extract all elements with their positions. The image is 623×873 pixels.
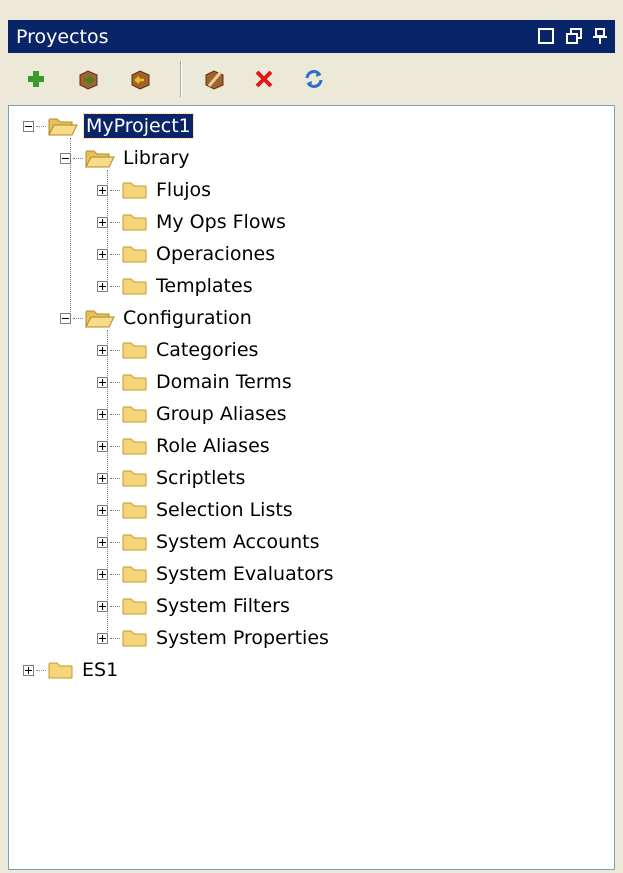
collapse-icon[interactable] (60, 312, 71, 324)
folder-icon (122, 596, 148, 616)
folder-icon (122, 468, 148, 488)
edit-icon[interactable] (200, 65, 228, 93)
tree-node-folder[interactable]: Categories (97, 335, 260, 365)
expand-icon[interactable] (97, 536, 108, 548)
projects-panel: Proyectos MyProject1 Library Flujos My O… (0, 0, 623, 873)
expand-icon[interactable] (97, 184, 108, 196)
expand-icon[interactable] (97, 248, 108, 260)
folder-icon (122, 340, 148, 360)
expand-icon[interactable] (97, 344, 108, 356)
tree-node-label[interactable]: Domain Terms (154, 370, 294, 394)
open-folder-icon (85, 307, 115, 329)
folder-icon (122, 276, 148, 296)
expand-icon[interactable] (97, 504, 108, 516)
folder-icon (122, 404, 148, 424)
tree-node-label[interactable]: Categories (154, 338, 260, 362)
folder-icon (122, 628, 148, 648)
tree-node-label[interactable]: Selection Lists (154, 498, 295, 522)
tree-node-folder[interactable]: Domain Terms (97, 367, 294, 397)
pin-icon[interactable] (588, 25, 612, 47)
tree-node-folder[interactable]: Role Aliases (97, 431, 272, 461)
expand-icon[interactable] (97, 376, 108, 388)
expand-icon[interactable] (97, 600, 108, 612)
folder-icon (122, 564, 148, 584)
tree-node-es1[interactable]: ES1 (23, 655, 120, 685)
tree-node-folder[interactable]: System Filters (97, 591, 292, 621)
expand-icon[interactable] (97, 568, 108, 580)
tree-node-label[interactable]: System Filters (154, 594, 292, 618)
tree-node-configuration[interactable]: Configuration (60, 303, 254, 333)
folder-icon (122, 500, 148, 520)
tree-node-folder[interactable]: Scriptlets (97, 463, 247, 493)
open-folder-icon (85, 147, 115, 169)
delete-icon[interactable] (250, 65, 278, 93)
tree-node-myproject1[interactable]: MyProject1 (23, 111, 194, 141)
minimize-icon[interactable] (534, 25, 558, 47)
folder-icon (122, 180, 148, 200)
tree-node-label[interactable]: Operaciones (154, 242, 277, 266)
expand-icon[interactable] (97, 472, 108, 484)
tree-node-label[interactable]: Templates (154, 274, 255, 298)
tree-node-label[interactable]: Library (121, 146, 191, 170)
tree-node-folder[interactable]: Templates (97, 271, 255, 301)
tree-node-label[interactable]: Configuration (121, 306, 254, 330)
expand-icon[interactable] (97, 440, 108, 452)
add-icon[interactable] (22, 65, 50, 93)
toolbar-separator (180, 61, 182, 97)
tree-node-label[interactable]: System Accounts (154, 530, 322, 554)
collapse-icon[interactable] (23, 120, 34, 132)
expand-icon[interactable] (97, 280, 108, 292)
restore-icon[interactable] (562, 25, 586, 47)
tree-node-folder[interactable]: Group Aliases (97, 399, 289, 429)
panel-toolbar (8, 55, 615, 103)
collapse-icon[interactable] (60, 152, 71, 164)
tree-node-label[interactable]: Role Aliases (154, 434, 272, 458)
folder-icon (122, 436, 148, 456)
expand-icon[interactable] (23, 664, 34, 676)
tree-node-label[interactable]: Flujos (154, 178, 213, 202)
tree-node-label[interactable]: My Ops Flows (154, 210, 288, 234)
expand-icon[interactable] (97, 216, 108, 228)
tree-node-label[interactable]: ES1 (80, 658, 120, 682)
folder-icon (122, 212, 148, 232)
tree-node-folder[interactable]: System Accounts (97, 527, 322, 557)
project-tree[interactable]: MyProject1 Library Flujos My Ops Flows O… (8, 105, 615, 870)
tree-node-label[interactable]: Group Aliases (154, 402, 289, 426)
folder-icon (122, 372, 148, 392)
folder-icon (122, 244, 148, 264)
folder-icon (122, 532, 148, 552)
tree-node-label[interactable]: System Evaluators (154, 562, 336, 586)
panel-title: Proyectos (16, 26, 109, 48)
tree-node-label[interactable]: MyProject1 (83, 113, 194, 139)
tree-node-folder[interactable]: System Evaluators (97, 559, 336, 589)
tree-node-label[interactable]: Scriptlets (154, 466, 247, 490)
tree-node-folder[interactable]: System Properties (97, 623, 331, 653)
refresh-icon[interactable] (300, 65, 328, 93)
expand-icon[interactable] (97, 632, 108, 644)
tree-node-folder[interactable]: My Ops Flows (97, 207, 288, 237)
export-icon[interactable] (126, 65, 154, 93)
panel-titlebar: Proyectos (8, 20, 615, 53)
expand-icon[interactable] (97, 408, 108, 420)
tree-node-label[interactable]: System Properties (154, 626, 331, 650)
tree-node-folder[interactable]: Operaciones (97, 239, 277, 269)
open-folder-icon (48, 115, 78, 137)
tree-node-library[interactable]: Library (60, 143, 191, 173)
import-icon[interactable] (74, 65, 102, 93)
tree-node-folder[interactable]: Flujos (97, 175, 213, 205)
tree-node-folder[interactable]: Selection Lists (97, 495, 295, 525)
folder-icon (48, 660, 74, 680)
